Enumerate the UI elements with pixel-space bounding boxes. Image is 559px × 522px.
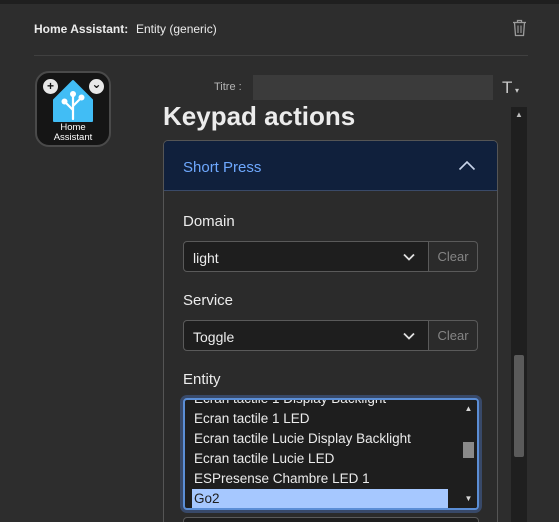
- title-input[interactable]: [253, 75, 493, 100]
- service-label: Service: [183, 292, 234, 309]
- domain-clear-button[interactable]: Clear: [429, 241, 478, 272]
- list-item[interactable]: Ecran tactile 1 Display Backlight: [185, 400, 459, 409]
- list-item-selected[interactable]: Go2: [192, 489, 448, 508]
- entity-label: Entity: [183, 371, 221, 388]
- scroll-up-icon[interactable]: ▲: [514, 110, 524, 119]
- service-clear-button[interactable]: Clear: [429, 320, 478, 351]
- service-select[interactable]: Toggle: [183, 320, 429, 351]
- domain-label: Domain: [183, 213, 235, 230]
- list-item[interactable]: Ecran tactile Lucie Display Backlight: [185, 429, 459, 449]
- chevron-up-icon: [458, 160, 476, 171]
- domain-value: light: [193, 250, 219, 266]
- plugin-name: Home Assistant:: [34, 22, 129, 36]
- listbox-scroll-thumb[interactable]: [463, 442, 474, 458]
- key-menu-icon[interactable]: ⌄: [89, 78, 104, 94]
- entity-listbox[interactable]: Ecran tactile 1 Display Backlight Ecran …: [183, 398, 479, 510]
- accordion-label: Short Press: [183, 159, 262, 176]
- service-value: Toggle: [193, 329, 235, 345]
- list-item[interactable]: Ecran tactile Lucie LED: [185, 449, 459, 469]
- title-format-caret-icon[interactable]: ▾: [515, 86, 519, 95]
- trash-icon[interactable]: [512, 19, 527, 37]
- list-item[interactable]: Ecran tactile 1 LED: [185, 409, 459, 429]
- panel-scrollbar[interactable]: ▲: [511, 107, 527, 522]
- next-field-box[interactable]: [183, 517, 479, 522]
- entity-options: Ecran tactile 1 Display Backlight Ecran …: [185, 400, 459, 508]
- domain-select[interactable]: light: [183, 241, 429, 272]
- panel-scroll-thumb[interactable]: [514, 355, 524, 457]
- panel-heading: Keypad actions: [163, 104, 356, 131]
- chevron-down-icon: [403, 253, 415, 261]
- action-header: Home Assistant: Entity (generic): [34, 22, 529, 36]
- property-panel: Keypad actions Short Press Domain light …: [0, 104, 559, 522]
- short-press-accordion: Short Press Domain light Clear Service T…: [163, 140, 498, 522]
- chevron-down-icon: [403, 332, 415, 340]
- add-icon[interactable]: +: [43, 79, 58, 94]
- list-item[interactable]: ESPresense Chambre LED 1: [185, 469, 459, 489]
- scroll-up-icon[interactable]: ▲: [463, 402, 474, 416]
- accordion-header-short-press[interactable]: Short Press: [164, 141, 497, 191]
- window-top-strip: [0, 0, 559, 4]
- header-divider: [34, 55, 528, 56]
- scroll-down-icon[interactable]: ▼: [463, 492, 474, 506]
- title-format-icon[interactable]: T: [502, 78, 512, 98]
- title-label: Titre :: [214, 81, 242, 93]
- listbox-scrollbar[interactable]: ▲ ▼: [460, 400, 477, 508]
- action-name: Entity (generic): [136, 22, 217, 36]
